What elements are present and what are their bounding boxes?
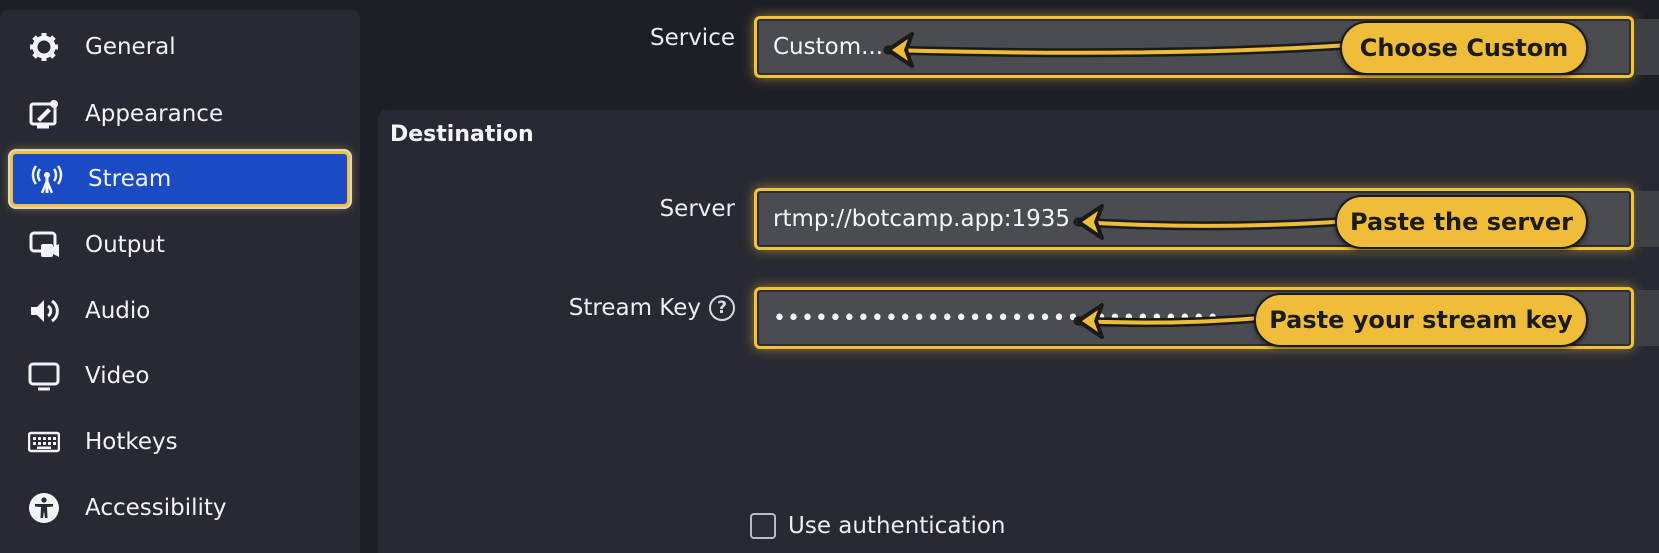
service-value: Custom... [773, 34, 884, 60]
stream-settings-panel: Service Custom... Destination Server rtm… [378, 0, 1659, 553]
sidebar-item-stream[interactable]: Stream [10, 151, 350, 207]
monitor-icon [27, 359, 61, 393]
keyboard-icon [27, 425, 61, 459]
callout-choose-custom: Choose Custom [1340, 21, 1588, 75]
callout-paste-stream-key: Paste your stream key [1254, 293, 1588, 347]
sidebar-item-label: Video [85, 363, 150, 389]
callout-paste-server: Paste the server [1335, 195, 1588, 249]
stream-key-label: Stream Key ? [569, 295, 735, 321]
use-authentication-row[interactable]: Use authentication [750, 513, 1005, 539]
sidebar-item-label: Accessibility [85, 495, 227, 521]
speaker-icon [27, 294, 61, 328]
help-icon[interactable]: ? [709, 295, 735, 321]
stream-key-input-edge [1636, 290, 1659, 346]
sidebar-item-label: Stream [88, 166, 172, 192]
server-value: rtmp://botcamp.app:1935 [773, 206, 1071, 232]
sidebar-item-output[interactable]: Output [10, 217, 350, 273]
destination-title: Destination [390, 122, 534, 147]
use-authentication-checkbox[interactable] [750, 513, 776, 539]
settings-window: General Appearance Stream Output Audio V… [0, 0, 1659, 553]
sidebar-item-general[interactable]: General [10, 19, 350, 75]
output-icon [27, 228, 61, 262]
gear-icon [27, 30, 61, 64]
use-authentication-label: Use authentication [788, 513, 1006, 539]
settings-sidebar: General Appearance Stream Output Audio V… [0, 10, 360, 553]
server-input-edge [1636, 191, 1659, 247]
stream-key-value: •••••••••••••••••••••••••••••••• [773, 305, 1221, 331]
sidebar-item-audio[interactable]: Audio [10, 283, 350, 339]
sidebar-item-appearance[interactable]: Appearance [10, 86, 350, 142]
accessibility-icon [27, 491, 61, 525]
appearance-icon [27, 97, 61, 131]
sidebar-item-hotkeys[interactable]: Hotkeys [10, 414, 350, 470]
antenna-icon [30, 162, 64, 196]
sidebar-item-accessibility[interactable]: Accessibility [10, 480, 350, 536]
service-select-edge [1636, 19, 1659, 75]
service-label: Service [649, 25, 735, 51]
sidebar-item-video[interactable]: Video [10, 348, 350, 404]
sidebar-item-label: Audio [85, 298, 151, 324]
server-label: Server [659, 196, 735, 222]
sidebar-item-label: General [85, 34, 176, 60]
sidebar-item-label: Output [85, 232, 165, 258]
sidebar-item-label: Hotkeys [85, 429, 178, 455]
sidebar-item-label: Appearance [85, 101, 224, 127]
